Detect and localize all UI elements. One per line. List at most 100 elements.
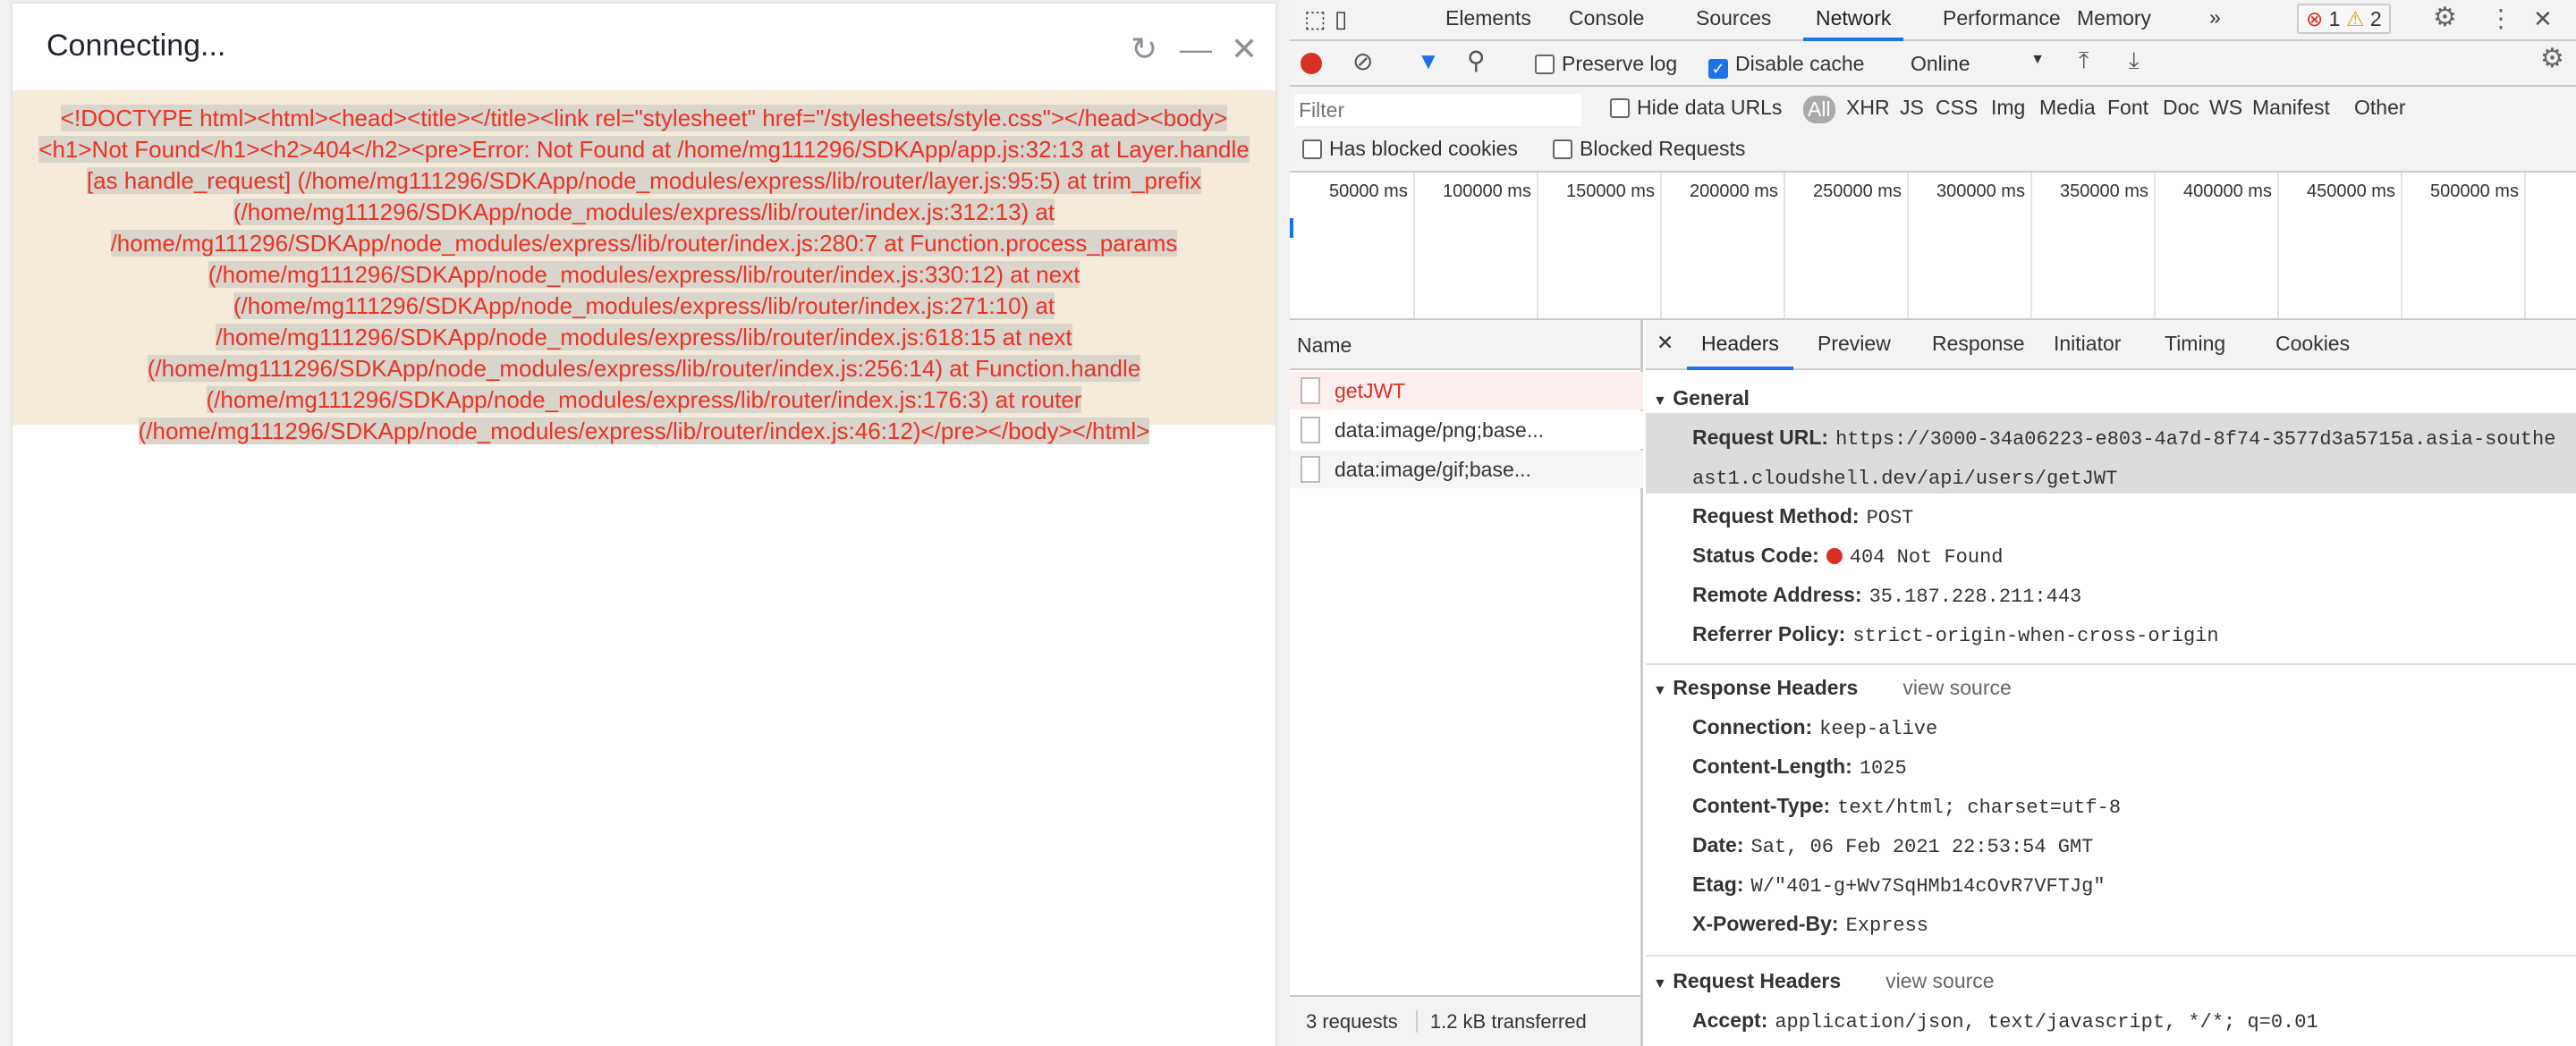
filter-type-manifest[interactable]: Manifest bbox=[2252, 96, 2330, 120]
disable-cache-label: Disable cache bbox=[1735, 52, 1865, 75]
close-detail-icon[interactable]: ✕ bbox=[1657, 331, 1674, 355]
detail-tab-preview[interactable]: Preview bbox=[1803, 320, 1905, 370]
error-response: <!DOCTYPE html><html><head><title></titl… bbox=[13, 90, 1275, 444]
triangle-down-icon: ▼ bbox=[1653, 393, 1667, 409]
refresh-icon[interactable]: ↻ bbox=[1131, 30, 1157, 68]
header-row: Content-Length: 1025 bbox=[1692, 755, 1907, 780]
filter-type-font[interactable]: Font bbox=[2107, 96, 2148, 120]
header-name: Request URL: bbox=[1692, 426, 1829, 449]
view-source-link[interactable]: view source bbox=[1902, 676, 2011, 699]
close-devtools-icon[interactable]: ✕ bbox=[2533, 5, 2553, 33]
filter-type-img[interactable]: Img bbox=[1991, 96, 2025, 120]
header-row: Content-Type: text/html; charset=utf-8 bbox=[1692, 794, 2121, 819]
header-name: Content-Length: bbox=[1692, 755, 1852, 778]
filter-input[interactable] bbox=[1295, 94, 1581, 126]
tab-elements[interactable]: Elements bbox=[1433, 0, 1544, 41]
tab-performance[interactable]: Performance bbox=[1930, 0, 2073, 41]
header-name: Request Method: bbox=[1692, 504, 1860, 527]
network-settings-icon[interactable]: ⚙ bbox=[2540, 43, 2564, 74]
filter-type-ws[interactable]: WS bbox=[2209, 96, 2242, 120]
general-section-header[interactable]: ▼ General bbox=[1653, 386, 1750, 410]
section-title: Request Headers bbox=[1673, 969, 1842, 992]
timeline-tick: 350000 ms bbox=[2060, 181, 2148, 201]
devtools-tabbar: ⬚ ▯ Elements Console Sources Network Perform… bbox=[1290, 0, 2576, 41]
triangle-down-icon: ▼ bbox=[1653, 683, 1667, 698]
dropdown-arrow-icon: ▼ bbox=[2030, 52, 2045, 67]
record-icon[interactable] bbox=[1301, 53, 1322, 74]
detail-tab-response[interactable]: Response bbox=[1918, 320, 2039, 370]
request-name: data:image/gif;base... bbox=[1335, 458, 1531, 481]
filter-type-xhr[interactable]: XHR bbox=[1846, 96, 1890, 120]
more-tabs-icon[interactable]: » bbox=[2209, 5, 2221, 30]
status-error-icon bbox=[1826, 548, 1843, 564]
connecting-dialog: Connecting... ↻ — ✕ <!DOCTYPE html><html… bbox=[13, 4, 1275, 1046]
inspect-element-icon[interactable]: ⬚ bbox=[1304, 5, 1326, 33]
header-name: Connection: bbox=[1692, 715, 1813, 738]
header-name: Accept: bbox=[1692, 1008, 1768, 1032]
detail-tab-cookies[interactable]: Cookies bbox=[2261, 320, 2364, 370]
header-value: Sat, 06 Feb 2021 22:53:54 GMT bbox=[1750, 836, 2094, 858]
hide-data-urls-checkbox[interactable]: Hide data URLs bbox=[1610, 96, 1782, 120]
request-row[interactable]: getJWT bbox=[1290, 372, 1643, 409]
request-count: 3 requests bbox=[1306, 1010, 1398, 1033]
filter-type-doc[interactable]: Doc bbox=[2163, 96, 2199, 120]
preserve-log-checkbox[interactable]: Preserve log bbox=[1535, 52, 1677, 76]
header-row: Remote Address: 35.187.228.211:443 bbox=[1692, 583, 2081, 608]
filter-icon[interactable]: ▼ bbox=[1417, 47, 1440, 75]
minimize-icon[interactable]: — bbox=[1180, 30, 1212, 68]
error-text: <!DOCTYPE html><html><head><title></titl… bbox=[38, 105, 1250, 444]
header-name: Referrer Policy: bbox=[1692, 622, 1846, 645]
import-har-icon[interactable]: ⤒ bbox=[2079, 46, 2089, 75]
device-toolbar-icon[interactable]: ▯ bbox=[1335, 5, 1347, 33]
request-name: getJWT bbox=[1335, 379, 1406, 402]
error-count: 1 bbox=[2328, 7, 2341, 30]
tab-console[interactable]: Console bbox=[1556, 0, 1657, 41]
throttle-select[interactable]: Online ▼ bbox=[1911, 52, 2045, 76]
detail-tab-initiator[interactable]: Initiator bbox=[2039, 320, 2135, 370]
search-icon[interactable]: ⚲ bbox=[1467, 46, 1486, 75]
filter-type-js[interactable]: JS bbox=[1900, 96, 1924, 120]
filter-type-all[interactable]: All bbox=[1803, 96, 1835, 123]
filter-type-media[interactable]: Media bbox=[2039, 96, 2096, 120]
header-value: keep-alive bbox=[1819, 718, 1938, 740]
close-icon[interactable]: ✕ bbox=[1231, 30, 1258, 68]
filter-type-css[interactable]: CSS bbox=[1936, 96, 1978, 120]
status-bar: 3 requests 1.2 kB transferred bbox=[1290, 995, 1640, 1046]
request_headers-section-header[interactable]: ▼ Request Headers view source bbox=[1653, 969, 1995, 993]
timeline-tick: 100000 ms bbox=[1443, 181, 1531, 201]
more-options-icon[interactable]: ⋮ bbox=[2488, 4, 2513, 33]
timeline-request-bar bbox=[1290, 218, 1293, 238]
detail-tab-headers[interactable]: Headers bbox=[1687, 320, 1793, 370]
request-row[interactable]: data:image/gif;base... bbox=[1290, 451, 1643, 488]
tab-memory[interactable]: Memory bbox=[2064, 0, 2164, 41]
header-row: X-Powered-By: Express bbox=[1692, 912, 1928, 937]
response_headers-section-header[interactable]: ▼ Response Headers view source bbox=[1653, 676, 2012, 700]
header-value: 1025 bbox=[1859, 757, 1907, 780]
network-toolbar: ⊘ ▼ ⚲ Preserve log ✓ Disable cache Online… bbox=[1290, 41, 2576, 87]
export-har-icon[interactable]: ⤓ bbox=[2129, 46, 2140, 75]
header-row: Request URL: https://3000-34a06223-e803-4… bbox=[1692, 426, 2555, 451]
header-value: W/"401-g+Wv7SqHMb14cOvR7VFTJg" bbox=[1750, 875, 2106, 898]
tab-sources[interactable]: Sources bbox=[1683, 0, 1784, 41]
warning-count: 2 bbox=[2369, 7, 2382, 30]
request-name: data:image/png;base... bbox=[1335, 418, 1544, 442]
filter-type-other[interactable]: Other bbox=[2354, 96, 2406, 120]
name-column-header[interactable]: Name bbox=[1290, 320, 1640, 370]
issues-counter[interactable]: ⊗ 1 ⚠ 2 bbox=[2297, 4, 2391, 34]
tab-network[interactable]: Network bbox=[1803, 0, 1904, 41]
detail-tab-timing[interactable]: Timing bbox=[2150, 320, 2240, 370]
disable-cache-checkbox[interactable]: ✓ Disable cache bbox=[1708, 52, 1864, 79]
section-title: General bbox=[1673, 386, 1750, 409]
header-value: Express bbox=[1845, 915, 1929, 937]
blocked-requests-checkbox[interactable]: Blocked Requests bbox=[1553, 137, 1745, 161]
header-name: Content-Type: bbox=[1692, 794, 1831, 817]
has-blocked-cookies-checkbox[interactable]: Has blocked cookies bbox=[1302, 137, 1518, 161]
header-value: strict-origin-when-cross-origin bbox=[1852, 625, 2219, 647]
clear-icon[interactable]: ⊘ bbox=[1352, 46, 1373, 76]
header-row: Etag: W/"401-g+Wv7SqHMb14cOvR7VFTJg" bbox=[1692, 873, 2106, 898]
request-row[interactable]: data:image/png;base... bbox=[1290, 411, 1643, 449]
timeline-tick: 250000 ms bbox=[1813, 181, 1902, 201]
header-name: Etag: bbox=[1692, 873, 1744, 896]
settings-icon[interactable]: ⚙ bbox=[2433, 2, 2457, 33]
view-source-link[interactable]: view source bbox=[1885, 969, 1994, 992]
